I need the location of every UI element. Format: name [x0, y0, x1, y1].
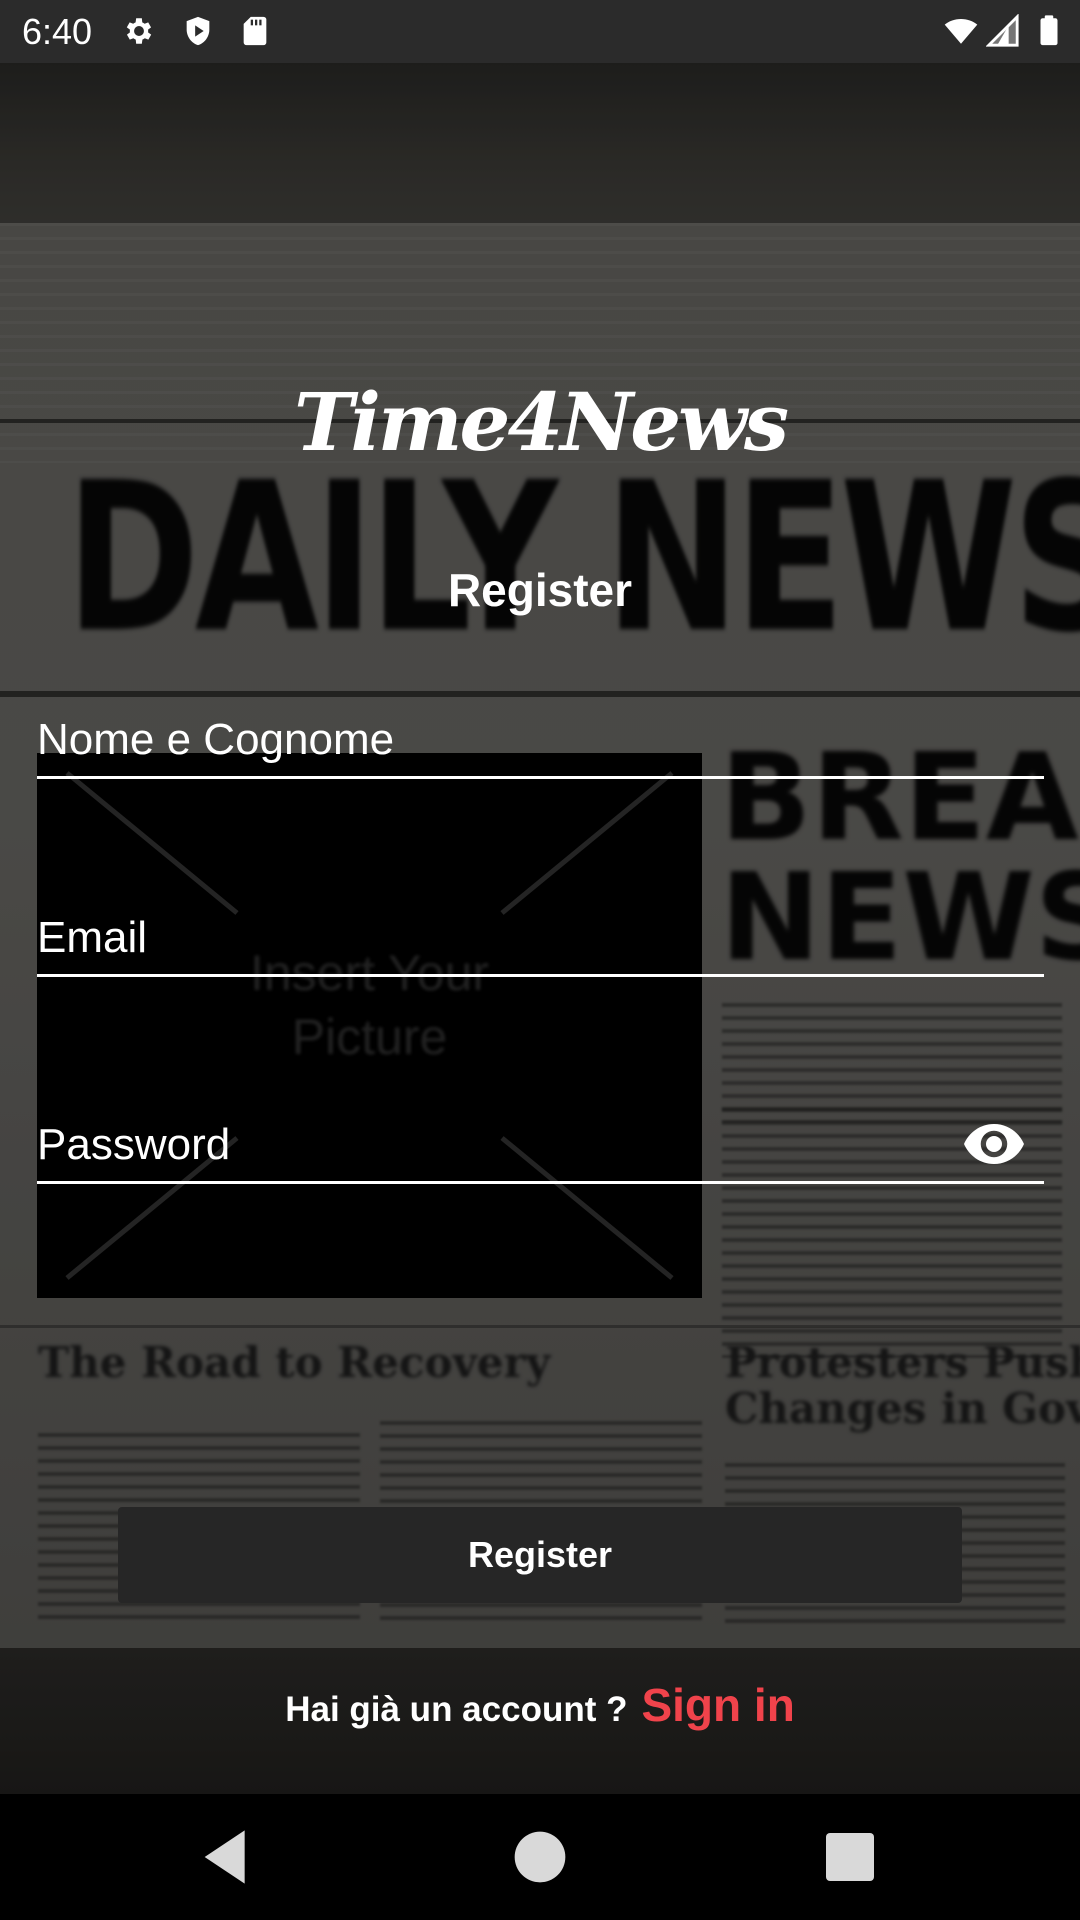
app-logo: Time4News [293, 375, 789, 469]
page-title: Register [447, 564, 633, 616]
signin-row: Hai già un account ? Sign in [0, 1678, 1080, 1738]
register-button[interactable]: Register [118, 1507, 962, 1603]
register-button-label: Register [467, 1534, 613, 1575]
sd-card-icon [243, 16, 267, 46]
password-field-placeholder: Password [37, 1120, 231, 1169]
password-field[interactable]: Password [37, 1109, 1044, 1184]
navigation-bar [0, 1794, 1080, 1920]
name-field[interactable]: Nome e Cognome [37, 704, 1044, 779]
status-bar: 6:40 [0, 0, 1080, 63]
email-field[interactable]: Email [37, 902, 1044, 977]
cell-signal-icon [986, 14, 1019, 47]
status-time: 6:40 [22, 11, 93, 52]
name-field-placeholder: Nome e Cognome [37, 715, 395, 764]
eye-icon[interactable] [964, 1123, 1024, 1165]
back-icon[interactable] [194, 1825, 258, 1889]
email-field-placeholder: Email [37, 913, 148, 962]
shield-play-icon [186, 16, 210, 46]
gear-icon [126, 18, 152, 44]
wifi-icon [944, 18, 978, 44]
signin-prompt: Hai già un account ? [285, 1690, 628, 1729]
battery-icon [1040, 15, 1058, 46]
home-icon[interactable] [508, 1825, 572, 1889]
signin-link[interactable]: Sign in [641, 1678, 794, 1732]
recents-icon[interactable] [818, 1825, 882, 1889]
